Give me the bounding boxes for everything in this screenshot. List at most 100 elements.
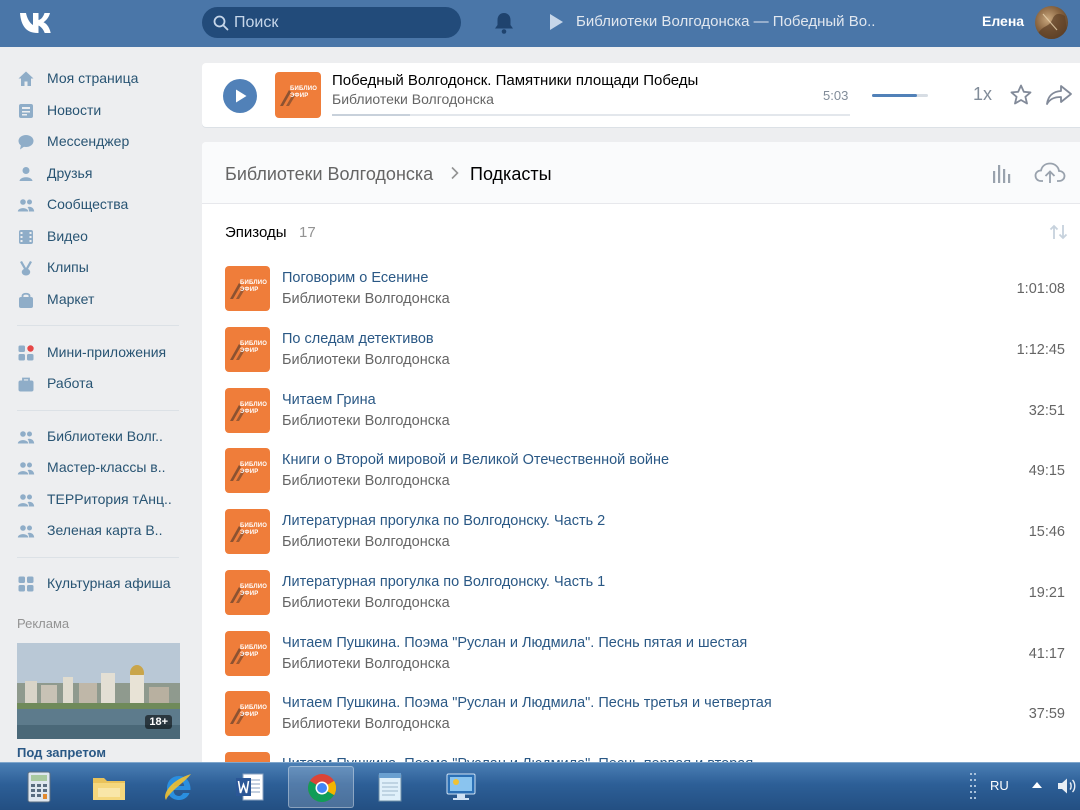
sidebar-item-label: Культурная афиша — [47, 575, 171, 591]
episode-artist[interactable]: Библиотеки Волгодонска — [282, 291, 450, 307]
episodes-count: 17 — [299, 224, 316, 241]
taskbar-word[interactable] — [218, 766, 284, 808]
taskbar-chrome[interactable] — [288, 766, 354, 808]
user-name[interactable]: Елена — [982, 13, 1024, 29]
sidebar-item-label: Моя страница — [47, 70, 139, 86]
taskbar-notepad[interactable] — [358, 766, 424, 808]
search-box[interactable] — [202, 7, 461, 38]
cover-text: БИБЛИОЭФИР — [240, 280, 268, 293]
episode-cover[interactable]: БИБЛИОЭФИР — [225, 509, 270, 554]
episodes-label: Эпизоды — [225, 224, 287, 241]
ad-title[interactable]: Под запретом — [17, 745, 106, 760]
episode-cover[interactable]: БИБЛИОЭФИР — [225, 691, 270, 737]
episode-cover[interactable]: БИБЛИОЭФИР — [225, 569, 270, 615]
episode-title[interactable]: По следам детективов — [282, 331, 434, 347]
episode-artist[interactable]: Библиотеки Волгодонска — [282, 656, 450, 672]
sidebar-item-my-page[interactable]: Моя страница — [17, 66, 192, 90]
breadcrumb-root[interactable]: Библиотеки Волгодонска — [225, 164, 433, 185]
sidebar-item-mini-apps[interactable]: Мини-приложения — [17, 340, 192, 364]
taskbar-calculator[interactable] — [7, 766, 73, 808]
search-input[interactable] — [234, 7, 454, 38]
episode-title[interactable]: Читаем Грина — [282, 392, 376, 408]
episode-cover[interactable]: БИБЛИОЭФИР — [225, 630, 270, 676]
track-artist[interactable]: Библиотеки Волгодонска — [332, 91, 494, 107]
vk-logo-icon[interactable] — [18, 10, 56, 36]
episode-row[interactable]: БИБЛИО ЭФИР Литературная прогулка по Волг… — [202, 509, 1080, 569]
episode-title[interactable]: Книги о Второй мировой и Великой Отечест… — [282, 452, 669, 468]
sidebar-item-messenger[interactable]: Мессенджер — [17, 129, 192, 153]
group-icon — [17, 525, 35, 538]
chrome-icon — [308, 774, 336, 802]
internet-explorer-icon — [165, 774, 191, 800]
episode-row[interactable]: БИБЛИО ЭФИР Литературная прогулка по Волг… — [202, 569, 1080, 630]
podcasts-card: Библиотеки Волгодонска Подкасты Эпизоды … — [202, 142, 1080, 767]
episode-title[interactable]: Читаем Пушкина. Поэма "Руслан и Людмила"… — [282, 695, 772, 711]
episode-cover[interactable]: БИБЛИОЭФИР — [225, 266, 270, 311]
episode-title[interactable]: Литературная прогулка по Волгодонску. Ча… — [282, 574, 605, 590]
playback-progress-bar[interactable] — [332, 114, 850, 116]
sidebar-item-culture-poster[interactable]: Культурная афиша — [17, 571, 192, 595]
sidebar-item-label: ТЕРРитория тАнц.. — [47, 491, 172, 507]
apps-icon — [18, 576, 34, 592]
sidebar-item-clips[interactable]: Клипы — [17, 255, 192, 279]
avatar[interactable] — [1035, 6, 1068, 39]
sidebar-item-label: Клипы — [47, 259, 89, 275]
sort-icon[interactable] — [1048, 223, 1070, 241]
episode-row[interactable]: БИБЛИО ЭФИР Поговорим о Есенине Библиотек… — [202, 266, 1080, 326]
episode-row[interactable]: БИБЛИОЭФИР Читаем Пушкина. Поэма "Руслан… — [202, 630, 1080, 691]
episode-artist[interactable]: Библиотеки Волгодонска — [282, 534, 450, 550]
show-hidden-icons-icon[interactable] — [1031, 780, 1043, 790]
episode-row[interactable]: БИБЛИОЭФИР Читаем Пушкина. Поэма "Руслан… — [202, 691, 1080, 751]
episode-artist[interactable]: Библиотеки Волгодонска — [282, 352, 450, 368]
sidebar-item-market[interactable]: Маркет — [17, 287, 192, 311]
sidebar-item-group-dance[interactable]: ТЕРРитория тАнц.. — [17, 487, 192, 511]
language-indicator[interactable]: RU — [990, 778, 1009, 793]
track-duration[interactable]: 5:03 — [823, 88, 848, 103]
volume-icon[interactable] — [1056, 776, 1078, 796]
header-now-playing[interactable]: Библиотеки Волгодонска — Победный Во... — [576, 13, 876, 33]
sidebar-item-group-libraries[interactable]: Библиотеки Волг.. — [17, 424, 192, 448]
header-play-icon[interactable] — [548, 13, 564, 31]
taskbar-file-explorer[interactable] — [76, 766, 142, 808]
play-button[interactable] — [223, 79, 257, 113]
market-icon — [19, 292, 33, 308]
sidebar-item-news[interactable]: Новости — [17, 98, 192, 122]
notifications-bell-icon[interactable] — [493, 11, 515, 35]
ad-image[interactable]: 18+ — [17, 643, 180, 739]
playback-progress-fill — [332, 114, 410, 116]
episode-artist[interactable]: Библиотеки Волгодонска — [282, 595, 450, 611]
episode-artist[interactable]: Библиотеки Волгодонска — [282, 473, 450, 489]
upload-icon[interactable] — [1034, 161, 1066, 185]
episode-row[interactable]: БИБЛИО ЭФИР Читаем Грина Библиотеки Волго… — [202, 387, 1080, 448]
sidebar-item-communities[interactable]: Сообщества — [17, 192, 192, 216]
episode-artist[interactable]: Библиотеки Волгодонска — [282, 413, 450, 429]
sidebar-item-label: Видео — [47, 228, 88, 244]
sidebar-item-group-masterclasses[interactable]: Мастер-классы в.. — [17, 455, 192, 479]
sidebar-item-label: Работа — [47, 375, 94, 391]
taskbar-remote-desktop[interactable] — [428, 766, 494, 808]
episode-row[interactable]: БИБЛИО ЭФИР По следам детективов Библиоте… — [202, 326, 1080, 387]
episode-title[interactable]: Литературная прогулка по Волгодонску. Ча… — [282, 513, 605, 529]
track-title[interactable]: Победный Волгодонск. Памятники площади П… — [332, 72, 698, 89]
episode-title[interactable]: Читаем Пушкина. Поэма "Руслан и Людмила"… — [282, 635, 747, 651]
volume-fill — [872, 94, 917, 97]
episode-artist[interactable]: Библиотеки Волгодонска — [282, 716, 450, 732]
playback-speed-button[interactable]: 1x — [973, 84, 992, 105]
star-icon[interactable] — [1009, 83, 1033, 107]
stats-icon[interactable] — [990, 161, 1014, 185]
taskbar-internet-explorer[interactable] — [146, 766, 212, 808]
sidebar-item-work[interactable]: Работа — [17, 371, 192, 395]
sidebar-item-group-green-map[interactable]: Зеленая карта В.. — [17, 518, 192, 542]
volume-slider[interactable] — [872, 94, 928, 97]
episode-row[interactable]: БИБЛИО ЭФИР Книги о Второй мировой и Вели… — [202, 448, 1080, 508]
sidebar-item-video[interactable]: Видео — [17, 224, 192, 248]
home-icon — [18, 71, 34, 86]
share-icon[interactable] — [1045, 83, 1073, 107]
episode-cover[interactable]: БИБЛИОЭФИР — [225, 448, 270, 494]
episode-cover[interactable]: БИБЛИОЭФИР — [225, 326, 270, 372]
sidebar-item-friends[interactable]: Друзья — [17, 161, 192, 185]
episode-title[interactable]: Поговорим о Есенине — [282, 270, 428, 286]
cover-text: БИБЛИОЭФИР — [290, 86, 318, 99]
sidebar-item-label: Мессенджер — [47, 133, 130, 149]
episode-cover[interactable]: БИБЛИОЭФИР — [225, 387, 270, 433]
